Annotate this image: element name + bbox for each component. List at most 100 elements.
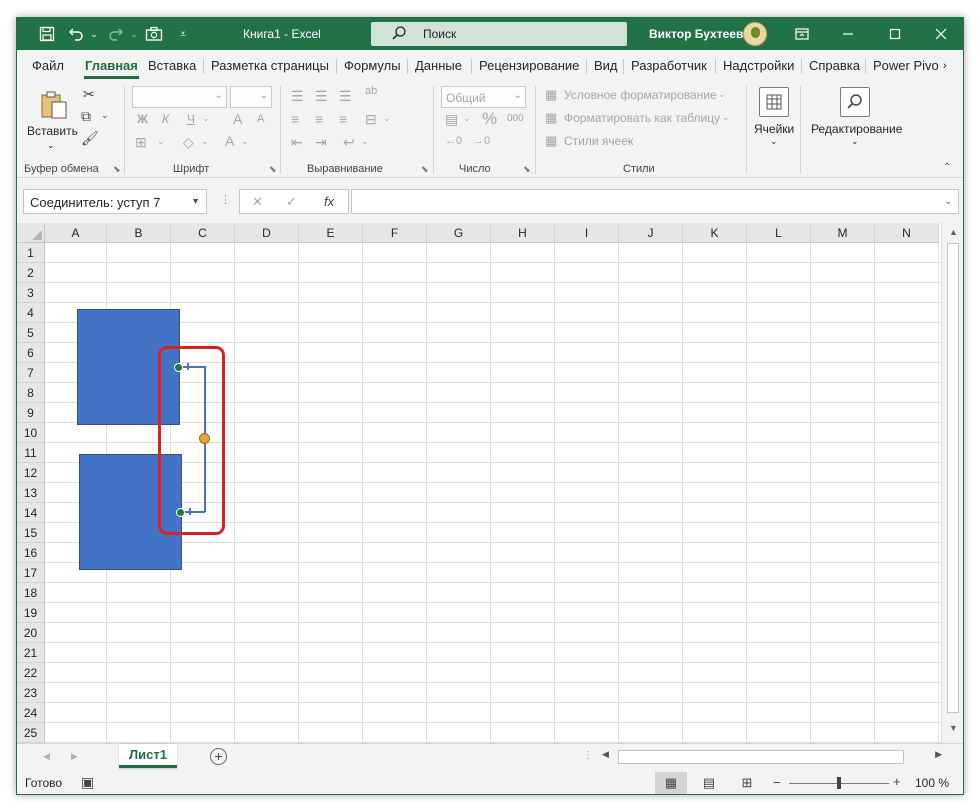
tab-file[interactable]: Файл (27, 54, 69, 78)
select-all-corner[interactable] (17, 223, 45, 243)
zoom-in-icon[interactable]: + (893, 774, 901, 789)
cells-label[interactable]: Ячейки (754, 122, 794, 136)
zoom-level[interactable]: 100 % (915, 776, 949, 790)
thousands-button[interactable]: 000 (507, 113, 524, 124)
tab-page-layout[interactable]: Разметка страницы (206, 54, 334, 78)
horizontal-scrollbar[interactable]: ◀ ▶ (602, 749, 942, 766)
next-sheet-icon[interactable]: ▶ (71, 751, 78, 762)
row-header[interactable]: 14 (17, 503, 45, 523)
conditional-dropdown-icon[interactable]: ⌄ (718, 89, 726, 100)
align-center-icon[interactable]: ≡ (315, 111, 323, 127)
row-header[interactable]: 8 (17, 383, 45, 403)
page-break-view-button[interactable]: ⊞ (731, 772, 763, 794)
align-bottom-icon[interactable]: ☰ (339, 88, 352, 105)
column-header[interactable]: B (107, 223, 171, 243)
column-header[interactable]: E (299, 223, 363, 243)
copy-dropdown-icon[interactable]: ⌄ (101, 110, 109, 121)
row-header[interactable]: 18 (17, 583, 45, 603)
splitter-icon[interactable]: ⋮ (583, 750, 593, 761)
editing-label[interactable]: Редактирование (811, 122, 902, 136)
font-launcher-icon[interactable]: ⬊ (269, 164, 277, 175)
formula-input[interactable]: ⌄ (351, 189, 959, 214)
font-name-combo[interactable]: ⌄ (132, 86, 227, 108)
tab-help[interactable]: Справка (804, 54, 865, 78)
row-header[interactable]: 15 (17, 523, 45, 543)
row-header[interactable]: 20 (17, 623, 45, 643)
row-header[interactable]: 5 (17, 323, 45, 343)
worksheet-grid[interactable]: ABCDEFGHIJKLMN 1 2 3 4 5 6 7 8 9 10 11 12 13 14 15 16 17… (17, 223, 963, 743)
cut-icon[interactable]: ✂ (83, 86, 95, 103)
enter-icon[interactable]: ✓ (286, 194, 297, 210)
tab-insert[interactable]: Вставка (143, 54, 201, 78)
row-header[interactable]: 10 (17, 423, 45, 443)
column-header[interactable]: L (747, 223, 811, 243)
increase-indent-icon[interactable]: ⇥ (315, 134, 327, 151)
cancel-icon[interactable]: ✕ (252, 194, 263, 210)
merge-dropdown-icon[interactable]: ⌄ (383, 113, 391, 124)
editing-button[interactable] (840, 87, 870, 117)
column-header[interactable]: N (875, 223, 939, 243)
font-size-combo[interactable]: ⌄ (230, 86, 272, 108)
scroll-thumb[interactable] (947, 243, 959, 713)
fill-color-icon[interactable]: ◇ (183, 134, 194, 151)
row-header[interactable]: 12 (17, 463, 45, 483)
camera-icon[interactable] (143, 23, 165, 45)
row-header[interactable]: 4 (17, 303, 45, 323)
column-header[interactable]: H (491, 223, 555, 243)
wrap-text-icon[interactable]: ↩ (343, 134, 355, 151)
column-header[interactable]: J (619, 223, 683, 243)
row-header[interactable]: 24 (17, 703, 45, 723)
minimize-icon[interactable] (837, 23, 859, 45)
cells-button[interactable] (759, 87, 789, 117)
customize-toolbar-icon[interactable]: ⩡ (172, 23, 194, 45)
cell-styles-button[interactable]: Стили ячеек (564, 134, 633, 148)
cell-styles-dropdown-icon[interactable]: ⌄ (626, 135, 634, 146)
column-header[interactable]: G (427, 223, 491, 243)
tab-view[interactable]: Вид (589, 54, 623, 78)
align-left-icon[interactable]: ≡ (291, 111, 299, 127)
tab-power-pivot[interactable]: Power Pivo (868, 54, 944, 78)
paste-dropdown-icon[interactable]: ⌄ (47, 140, 55, 151)
decrease-indent-icon[interactable]: ⇤ (291, 134, 303, 151)
orientation-icon[interactable]: ab (365, 85, 377, 97)
format-painter-icon[interactable]: 🖌 (81, 130, 99, 147)
font-color-dropdown-icon[interactable]: ⌄ (241, 136, 249, 147)
column-header[interactable]: C (171, 223, 235, 243)
zoom-out-icon[interactable]: − (773, 775, 781, 790)
bold-button[interactable]: Ж (137, 112, 148, 126)
zoom-slider-thumb[interactable] (837, 777, 841, 789)
editing-dropdown-icon[interactable]: ⌄ (851, 136, 859, 147)
currency-dropdown-icon[interactable]: ⌄ (463, 113, 471, 124)
format-table-dropdown-icon[interactable]: ⌄ (722, 112, 730, 123)
conditional-formatting-button[interactable]: Условное форматирование (564, 88, 717, 102)
expand-formula-icon[interactable]: ⌄ (944, 196, 952, 207)
save-icon[interactable] (36, 23, 58, 45)
paste-icon[interactable] (39, 90, 69, 123)
underline-dropdown-icon[interactable]: ⌄ (202, 113, 210, 124)
copy-icon[interactable]: ⧉ (81, 108, 91, 125)
column-header[interactable]: A (45, 223, 107, 243)
number-launcher-icon[interactable]: ⬊ (523, 164, 531, 175)
avatar[interactable] (743, 22, 767, 46)
row-header[interactable]: 22 (17, 663, 45, 683)
format-as-table-button[interactable]: Форматировать как таблицу (564, 111, 720, 125)
column-header[interactable]: M (811, 223, 875, 243)
row-header[interactable]: 19 (17, 603, 45, 623)
tab-home[interactable]: Главная (80, 54, 143, 79)
row-header[interactable]: 25 (17, 723, 45, 743)
currency-icon[interactable]: ▤ (445, 111, 458, 128)
macro-record-icon[interactable]: ▣ (81, 774, 94, 791)
ribbon-display-icon[interactable] (791, 23, 813, 45)
row-header[interactable]: 21 (17, 643, 45, 663)
tab-data[interactable]: Данные (410, 54, 467, 78)
borders-dropdown-icon[interactable]: ⌄ (157, 136, 165, 147)
percent-button[interactable]: % (482, 109, 497, 129)
grow-font-button[interactable]: A (233, 111, 242, 127)
tab-formulas[interactable]: Формулы (339, 54, 406, 78)
scroll-down-icon[interactable]: ▼ (949, 723, 958, 733)
borders-icon[interactable]: ⊞ (135, 134, 147, 151)
scroll-thumb[interactable] (618, 750, 904, 764)
font-color-icon[interactable]: A (225, 133, 234, 149)
row-header[interactable]: 13 (17, 483, 45, 503)
row-header[interactable]: 17 (17, 563, 45, 583)
